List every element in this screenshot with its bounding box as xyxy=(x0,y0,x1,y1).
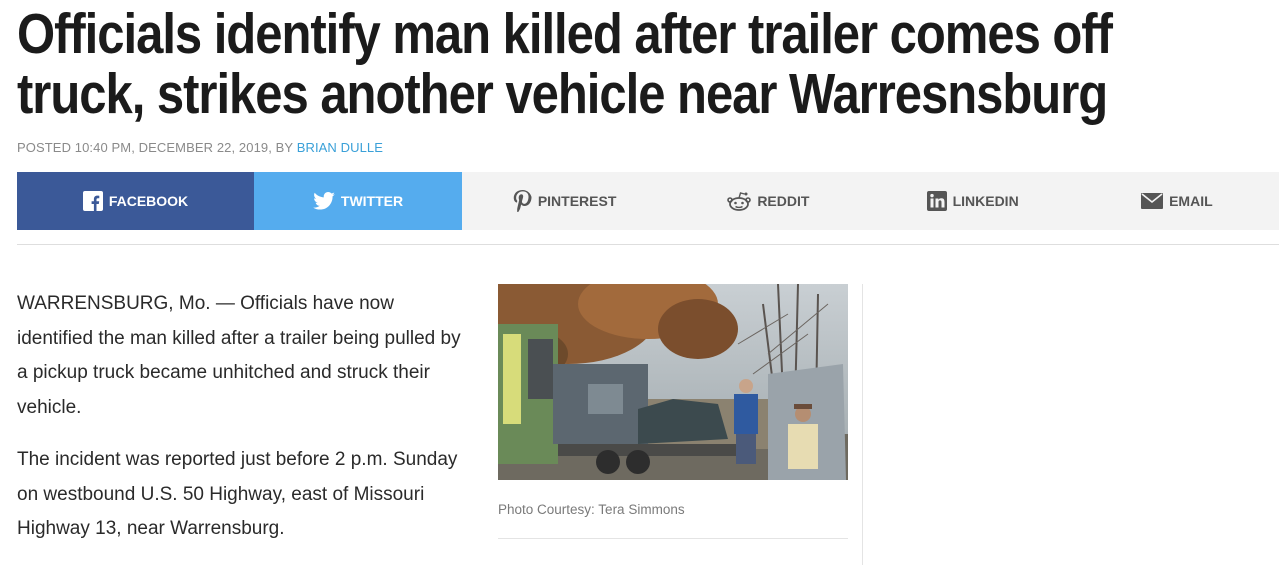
byline-posted: POSTED 10:40 PM, DECEMBER 22, 2019, BY xyxy=(17,140,293,155)
share-facebook-label: FACEBOOK xyxy=(108,193,189,209)
sidebar-divider xyxy=(862,284,863,565)
share-email-button[interactable]: EMAIL xyxy=(1074,172,1279,230)
headline-line-1: Officials identify man killed after trai… xyxy=(17,2,1113,66)
caption-divider xyxy=(498,538,848,539)
photo-figure: Photo Courtesy: Tera Simmons xyxy=(498,284,848,539)
share-linkedin-button[interactable]: LINKEDIN xyxy=(870,172,1075,230)
share-reddit-label: REDDIT xyxy=(757,193,810,209)
share-twitter-label: TWITTER xyxy=(340,193,404,209)
reddit-icon xyxy=(727,191,752,211)
share-facebook-button[interactable]: FACEBOOK xyxy=(17,172,254,230)
photo-caption: Photo Courtesy: Tera Simmons xyxy=(498,502,685,517)
pinterest-icon xyxy=(512,190,532,212)
share-email-label: EMAIL xyxy=(1169,193,1213,209)
byline: POSTED 10:40 PM, DECEMBER 22, 2019, BY B… xyxy=(17,140,383,155)
article-photo[interactable] xyxy=(498,284,848,480)
article-paragraph: The incident was reported just before 2 … xyxy=(17,449,458,539)
share-twitter-button[interactable]: TWITTER xyxy=(254,172,462,230)
email-icon xyxy=(1141,193,1164,209)
article-paragraph: WARRENSBURG, Mo. — Officials have now id… xyxy=(17,293,461,418)
article-headline: Officials identify man killed after trai… xyxy=(17,2,1113,126)
facebook-icon xyxy=(82,191,103,211)
twitter-icon xyxy=(313,192,335,210)
share-bar: FACEBOOK TWITTER PINTEREST REDDIT LINKED… xyxy=(17,172,1279,230)
share-pinterest-label: PINTEREST xyxy=(537,193,617,209)
linkedin-icon xyxy=(926,191,947,211)
share-reddit-button[interactable]: REDDIT xyxy=(666,172,871,230)
headline-line-2: truck, strikes another vehicle near Warr… xyxy=(17,62,1108,126)
share-divider xyxy=(17,244,1279,245)
share-linkedin-label: LINKEDIN xyxy=(952,193,1019,209)
article-body: WARRENSBURG, Mo. — Officials have now id… xyxy=(17,287,472,565)
author-link[interactable]: BRIAN DULLE xyxy=(297,140,383,155)
share-pinterest-button[interactable]: PINTEREST xyxy=(462,172,667,230)
